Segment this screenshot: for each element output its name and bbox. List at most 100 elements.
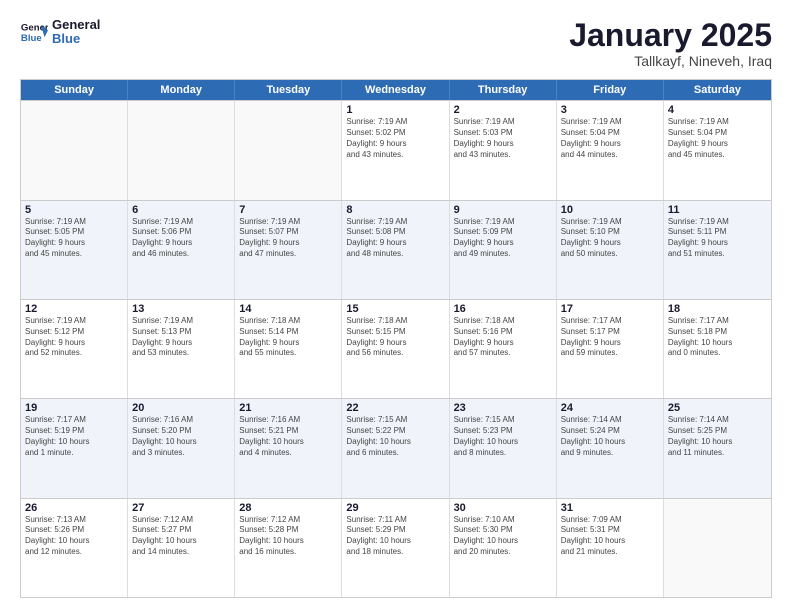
day-cell: 22Sunrise: 7:15 AM Sunset: 5:22 PM Dayli… <box>342 399 449 497</box>
day-cell: 13Sunrise: 7:19 AM Sunset: 5:13 PM Dayli… <box>128 300 235 398</box>
day-cell: 29Sunrise: 7:11 AM Sunset: 5:29 PM Dayli… <box>342 499 449 597</box>
day-number: 1 <box>346 104 444 116</box>
calendar-week: 26Sunrise: 7:13 AM Sunset: 5:26 PM Dayli… <box>21 498 771 597</box>
day-info: Sunrise: 7:12 AM Sunset: 5:27 PM Dayligh… <box>132 515 230 558</box>
day-info: Sunrise: 7:19 AM Sunset: 5:04 PM Dayligh… <box>561 117 659 160</box>
day-cell: 15Sunrise: 7:18 AM Sunset: 5:15 PM Dayli… <box>342 300 449 398</box>
svg-text:Blue: Blue <box>21 33 42 44</box>
day-info: Sunrise: 7:19 AM Sunset: 5:05 PM Dayligh… <box>25 217 123 260</box>
day-cell: 18Sunrise: 7:17 AM Sunset: 5:18 PM Dayli… <box>664 300 771 398</box>
day-info: Sunrise: 7:15 AM Sunset: 5:22 PM Dayligh… <box>346 415 444 458</box>
day-of-week-header: Thursday <box>450 80 557 100</box>
day-cell: 10Sunrise: 7:19 AM Sunset: 5:10 PM Dayli… <box>557 201 664 299</box>
day-number: 31 <box>561 502 659 514</box>
day-info: Sunrise: 7:17 AM Sunset: 5:19 PM Dayligh… <box>25 415 123 458</box>
calendar-header: SundayMondayTuesdayWednesdayThursdayFrid… <box>21 80 771 100</box>
day-cell: 2Sunrise: 7:19 AM Sunset: 5:03 PM Daylig… <box>450 101 557 199</box>
calendar-body: 1Sunrise: 7:19 AM Sunset: 5:02 PM Daylig… <box>21 100 771 597</box>
day-cell: 5Sunrise: 7:19 AM Sunset: 5:05 PM Daylig… <box>21 201 128 299</box>
day-number: 20 <box>132 402 230 414</box>
day-info: Sunrise: 7:10 AM Sunset: 5:30 PM Dayligh… <box>454 515 552 558</box>
day-of-week-header: Saturday <box>664 80 771 100</box>
day-info: Sunrise: 7:19 AM Sunset: 5:07 PM Dayligh… <box>239 217 337 260</box>
day-of-week-header: Friday <box>557 80 664 100</box>
calendar-week: 5Sunrise: 7:19 AM Sunset: 5:05 PM Daylig… <box>21 200 771 299</box>
day-number: 24 <box>561 402 659 414</box>
day-cell: 31Sunrise: 7:09 AM Sunset: 5:31 PM Dayli… <box>557 499 664 597</box>
day-cell: 24Sunrise: 7:14 AM Sunset: 5:24 PM Dayli… <box>557 399 664 497</box>
day-of-week-header: Sunday <box>21 80 128 100</box>
day-info: Sunrise: 7:18 AM Sunset: 5:15 PM Dayligh… <box>346 316 444 359</box>
logo-icon: General Blue <box>20 18 48 46</box>
day-cell: 28Sunrise: 7:12 AM Sunset: 5:28 PM Dayli… <box>235 499 342 597</box>
subtitle: Tallkayf, Nineveh, Iraq <box>569 53 772 69</box>
day-info: Sunrise: 7:19 AM Sunset: 5:12 PM Dayligh… <box>25 316 123 359</box>
day-cell: 20Sunrise: 7:16 AM Sunset: 5:20 PM Dayli… <box>128 399 235 497</box>
day-number: 4 <box>668 104 767 116</box>
empty-day-cell <box>128 101 235 199</box>
day-number: 15 <box>346 303 444 315</box>
day-info: Sunrise: 7:09 AM Sunset: 5:31 PM Dayligh… <box>561 515 659 558</box>
day-cell: 17Sunrise: 7:17 AM Sunset: 5:17 PM Dayli… <box>557 300 664 398</box>
day-of-week-header: Wednesday <box>342 80 449 100</box>
empty-day-cell <box>21 101 128 199</box>
day-info: Sunrise: 7:13 AM Sunset: 5:26 PM Dayligh… <box>25 515 123 558</box>
day-of-week-header: Monday <box>128 80 235 100</box>
day-info: Sunrise: 7:19 AM Sunset: 5:08 PM Dayligh… <box>346 217 444 260</box>
day-cell: 25Sunrise: 7:14 AM Sunset: 5:25 PM Dayli… <box>664 399 771 497</box>
day-number: 3 <box>561 104 659 116</box>
day-info: Sunrise: 7:18 AM Sunset: 5:14 PM Dayligh… <box>239 316 337 359</box>
day-number: 25 <box>668 402 767 414</box>
day-info: Sunrise: 7:17 AM Sunset: 5:17 PM Dayligh… <box>561 316 659 359</box>
day-number: 23 <box>454 402 552 414</box>
day-info: Sunrise: 7:14 AM Sunset: 5:24 PM Dayligh… <box>561 415 659 458</box>
day-cell: 7Sunrise: 7:19 AM Sunset: 5:07 PM Daylig… <box>235 201 342 299</box>
empty-day-cell <box>235 101 342 199</box>
day-number: 12 <box>25 303 123 315</box>
day-cell: 23Sunrise: 7:15 AM Sunset: 5:23 PM Dayli… <box>450 399 557 497</box>
day-cell: 30Sunrise: 7:10 AM Sunset: 5:30 PM Dayli… <box>450 499 557 597</box>
day-number: 7 <box>239 204 337 216</box>
day-number: 14 <box>239 303 337 315</box>
day-info: Sunrise: 7:19 AM Sunset: 5:04 PM Dayligh… <box>668 117 767 160</box>
day-number: 11 <box>668 204 767 216</box>
day-number: 26 <box>25 502 123 514</box>
day-cell: 1Sunrise: 7:19 AM Sunset: 5:02 PM Daylig… <box>342 101 449 199</box>
day-number: 21 <box>239 402 337 414</box>
logo-line2: Blue <box>52 32 100 46</box>
day-cell: 9Sunrise: 7:19 AM Sunset: 5:09 PM Daylig… <box>450 201 557 299</box>
day-info: Sunrise: 7:15 AM Sunset: 5:23 PM Dayligh… <box>454 415 552 458</box>
calendar: SundayMondayTuesdayWednesdayThursdayFrid… <box>20 79 772 598</box>
day-cell: 27Sunrise: 7:12 AM Sunset: 5:27 PM Dayli… <box>128 499 235 597</box>
day-cell: 16Sunrise: 7:18 AM Sunset: 5:16 PM Dayli… <box>450 300 557 398</box>
day-info: Sunrise: 7:19 AM Sunset: 5:02 PM Dayligh… <box>346 117 444 160</box>
day-number: 28 <box>239 502 337 514</box>
day-cell: 6Sunrise: 7:19 AM Sunset: 5:06 PM Daylig… <box>128 201 235 299</box>
day-info: Sunrise: 7:17 AM Sunset: 5:18 PM Dayligh… <box>668 316 767 359</box>
day-number: 17 <box>561 303 659 315</box>
page: General Blue General Blue January 2025 T… <box>0 0 792 612</box>
day-number: 18 <box>668 303 767 315</box>
day-cell: 11Sunrise: 7:19 AM Sunset: 5:11 PM Dayli… <box>664 201 771 299</box>
day-info: Sunrise: 7:16 AM Sunset: 5:21 PM Dayligh… <box>239 415 337 458</box>
day-info: Sunrise: 7:16 AM Sunset: 5:20 PM Dayligh… <box>132 415 230 458</box>
day-number: 8 <box>346 204 444 216</box>
calendar-week: 1Sunrise: 7:19 AM Sunset: 5:02 PM Daylig… <box>21 100 771 199</box>
logo-line1: General <box>52 18 100 32</box>
day-number: 5 <box>25 204 123 216</box>
logo: General Blue General Blue <box>20 18 100 47</box>
day-info: Sunrise: 7:19 AM Sunset: 5:10 PM Dayligh… <box>561 217 659 260</box>
calendar-week: 19Sunrise: 7:17 AM Sunset: 5:19 PM Dayli… <box>21 398 771 497</box>
day-number: 6 <box>132 204 230 216</box>
day-of-week-header: Tuesday <box>235 80 342 100</box>
day-cell: 4Sunrise: 7:19 AM Sunset: 5:04 PM Daylig… <box>664 101 771 199</box>
day-number: 9 <box>454 204 552 216</box>
day-number: 29 <box>346 502 444 514</box>
day-number: 30 <box>454 502 552 514</box>
day-number: 10 <box>561 204 659 216</box>
day-number: 13 <box>132 303 230 315</box>
header: General Blue General Blue January 2025 T… <box>20 18 772 69</box>
day-info: Sunrise: 7:19 AM Sunset: 5:03 PM Dayligh… <box>454 117 552 160</box>
title-block: January 2025 Tallkayf, Nineveh, Iraq <box>569 18 772 69</box>
day-number: 19 <box>25 402 123 414</box>
